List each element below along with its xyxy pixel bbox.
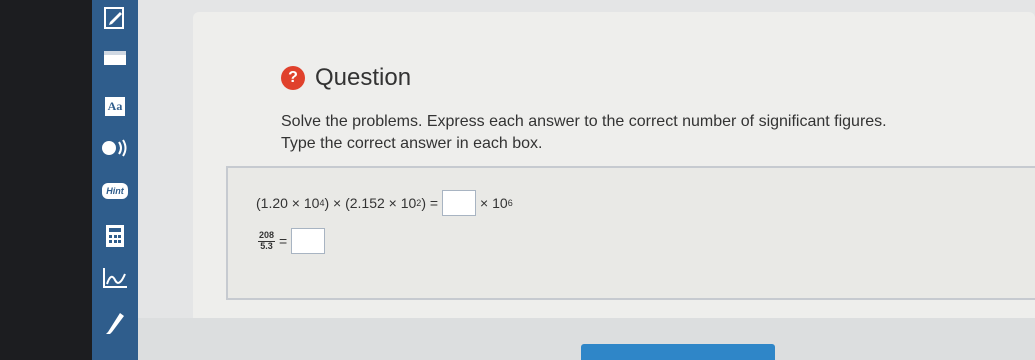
problem-2: 208 5.3 = xyxy=(258,228,329,254)
hint-icon[interactable]: Hint xyxy=(92,178,138,204)
instruction-text: Solve the problems. Express each answer … xyxy=(281,113,887,130)
p1-factor1: (1.20 × 10 xyxy=(256,195,320,211)
edit-icon[interactable] xyxy=(92,4,138,32)
question-icon: ? xyxy=(281,66,305,90)
tool-sidebar: Aa Hint xyxy=(92,0,138,360)
answer-box-1[interactable] xyxy=(442,190,477,216)
text-size-label: Aa xyxy=(104,96,126,116)
denominator: 5.3 xyxy=(260,240,273,251)
problem-1: (1.20 × 10 4) × (2.152 × 10 2) = × 10 6 xyxy=(256,190,513,216)
screen-bezel xyxy=(0,0,92,360)
p1-suffix: × 10 xyxy=(480,195,508,211)
p2-equals: = xyxy=(279,233,288,249)
text-size-icon[interactable]: Aa xyxy=(92,92,138,120)
instruction-secondary: Type the correct answer in each box. xyxy=(281,135,543,152)
audio-icon[interactable] xyxy=(92,134,138,162)
graph-icon[interactable] xyxy=(92,264,138,292)
hint-label: Hint xyxy=(102,183,128,199)
answer-box-2[interactable] xyxy=(291,228,326,254)
book-icon[interactable] xyxy=(92,44,138,72)
p1-suffix-exp: 6 xyxy=(507,198,513,208)
content-area: ? Question Solve the problems. Express e… xyxy=(138,0,1035,360)
p1-factor2: ) × (2.152 × 10 xyxy=(324,195,417,211)
highlighter-icon[interactable] xyxy=(92,308,138,338)
problem-panel: (1.20 × 10 4) × (2.152 × 10 2) = × 10 6 208… xyxy=(226,166,1035,300)
fraction: 208 5.3 xyxy=(258,229,276,252)
submit-button[interactable] xyxy=(581,344,775,360)
p1-equals: ) = xyxy=(421,195,439,211)
question-header: ? Question xyxy=(281,64,411,92)
numerator: 208 xyxy=(258,229,276,242)
question-title: Question xyxy=(315,64,412,91)
calculator-icon[interactable] xyxy=(92,222,138,250)
